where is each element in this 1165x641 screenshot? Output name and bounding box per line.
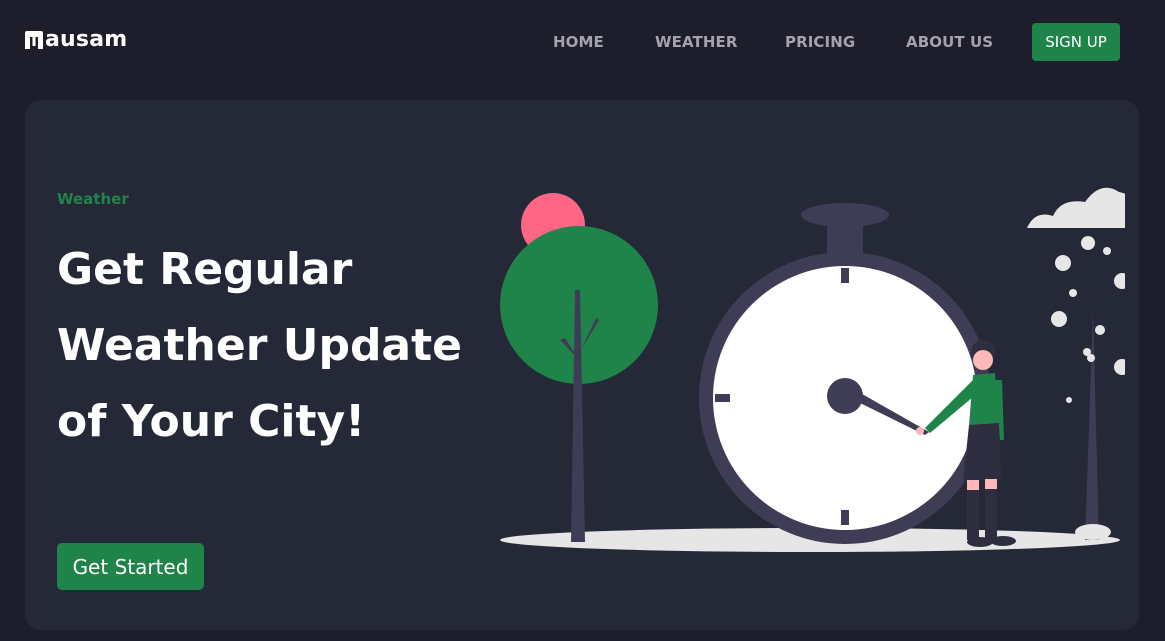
get-started-button[interactable]: Get Started — [57, 543, 204, 590]
hero-tag: Weather — [57, 190, 129, 208]
nav-pricing[interactable]: PRICING — [785, 33, 855, 51]
navbar: ausam HOME WEATHER PRICING ABOUT US SIGN… — [0, 0, 1165, 84]
hero-illustration — [500, 187, 1125, 552]
snow-icon — [1051, 236, 1125, 540]
signup-button[interactable]: SIGN UP — [1032, 23, 1120, 61]
nav-home[interactable]: HOME — [553, 33, 604, 51]
hero-title: Get Regular Weather Update of Your City! — [57, 244, 463, 447]
main-nav: HOME WEATHER PRICING ABOUT US — [0, 33, 1165, 53]
cloud-icon — [1027, 187, 1125, 228]
nav-weather[interactable]: WEATHER — [655, 33, 738, 51]
nav-about-us[interactable]: ABOUT US — [906, 33, 993, 51]
stopwatch-icon — [699, 203, 991, 544]
hero-section: Weather Get Regular Weather Update of Yo… — [25, 100, 1139, 630]
tree-icon — [500, 226, 658, 542]
